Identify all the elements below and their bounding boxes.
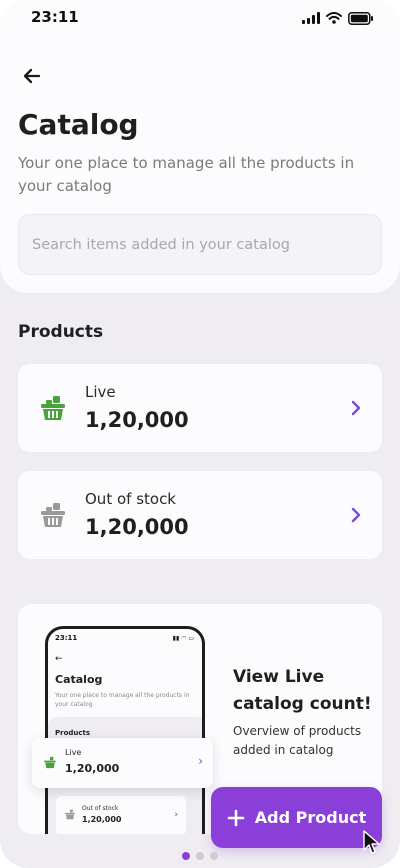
search-input[interactable]	[18, 214, 382, 275]
status-bar: 23:11	[0, 0, 400, 36]
promo-description: Overview of products added in catalog	[233, 724, 362, 757]
header-panel: 23:11 Catalog Your one place to manage a…	[0, 0, 400, 293]
mouse-cursor-icon	[363, 830, 380, 854]
basket-icon	[41, 503, 65, 527]
add-product-button[interactable]: Add Product	[211, 787, 382, 848]
card-label: Out of stock	[85, 490, 176, 508]
status-time: 23:11	[31, 8, 79, 26]
mockup-products-title: Products	[55, 729, 91, 737]
mockup-subtitle: Your one place to manage all the product…	[55, 692, 190, 708]
mockup-oos-label: Out of stock	[82, 805, 119, 812]
page-title: Catalog	[18, 108, 139, 141]
carousel-dots	[182, 852, 218, 860]
chevron-right-icon: ›	[198, 754, 203, 768]
wifi-icon	[326, 12, 342, 24]
basket-icon	[41, 396, 65, 420]
chevron-right-icon: ›	[174, 810, 178, 820]
add-product-label: Add Product	[254, 808, 367, 827]
out-of-stock-card[interactable]: Out of stock 1,20,000	[18, 471, 382, 559]
carousel-dot[interactable]	[196, 852, 204, 860]
back-arrow-icon[interactable]	[20, 64, 44, 88]
mockup-status-icons: ▮▮ ◠ ▭	[172, 635, 194, 642]
products-section-title: Products	[18, 322, 104, 342]
promo-title: View Live catalog count!	[233, 667, 372, 714]
mockup-status-time: 23:11	[55, 634, 78, 642]
basket-icon	[44, 756, 56, 769]
page-subtitle: Your one place to manage all the product…	[18, 154, 355, 195]
mockup-title: Catalog	[55, 673, 103, 686]
plus-icon	[227, 809, 245, 826]
battery-icon	[348, 11, 373, 25]
mockup-live-card: Live 1,20,000 ›	[32, 738, 213, 788]
carousel-dot[interactable]	[210, 852, 218, 860]
card-value: 1,20,000	[85, 515, 189, 539]
mockup-live-label: Live	[65, 748, 82, 757]
carousel-dot[interactable]	[182, 852, 190, 860]
chevron-right-icon	[351, 507, 361, 523]
app-screen: 23:11 Catalog Your one place to manage a…	[0, 0, 400, 868]
status-icons	[302, 10, 374, 26]
phone-mockup-image: 23:11 ▮▮ ◠ ▭ ← Catalog Your one place to…	[45, 626, 205, 834]
chevron-right-icon	[351, 400, 361, 416]
mockup-oos-card: Out of stock 1,20,000 ›	[56, 796, 186, 834]
signal-icon	[302, 12, 320, 24]
live-products-card[interactable]: Live 1,20,000	[18, 364, 382, 452]
mockup-back-arrow-icon: ←	[55, 654, 63, 664]
mockup-oos-value: 1,20,000	[82, 815, 122, 824]
basket-icon	[65, 809, 75, 820]
card-value: 1,20,000	[85, 408, 189, 432]
mockup-live-value: 1,20,000	[65, 762, 120, 775]
card-label: Live	[85, 383, 116, 401]
